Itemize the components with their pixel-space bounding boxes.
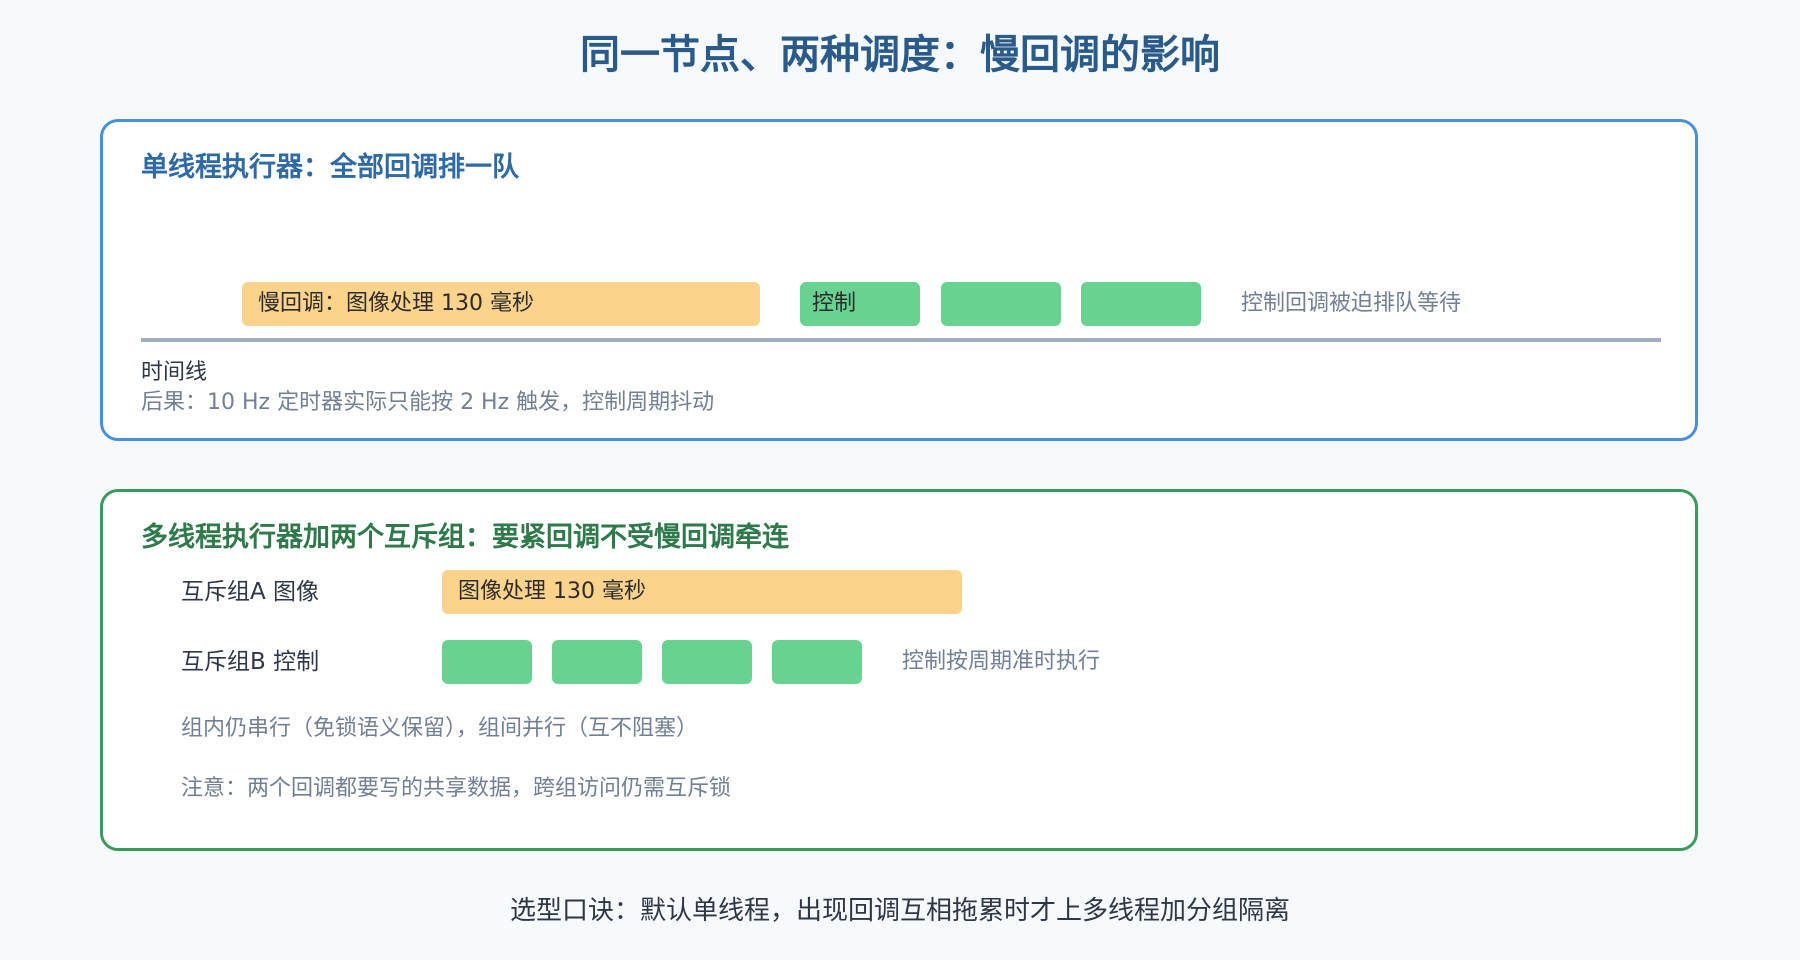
group-b-control-block [442,640,532,684]
group-a-label: 互斥组A 图像 [181,579,320,605]
footer-tip: 选型口诀：默认单线程，出现回调互相拖累时才上多线程加分组隔离 [509,896,1290,926]
group-b-control-block [662,640,752,684]
control-callback-block [941,282,1061,326]
group-a-image-block: 图像处理 130 毫秒 [442,570,962,614]
timeline-label: 时间线 [141,360,208,385]
warning-note: 注意：两个回调都要写的共享数据，跨组访问仍需互斥锁 [181,776,732,801]
page-title: 同一节点、两种调度：慢回调的影响 [580,32,1220,78]
slow-callback-block: 慢回调：图像处理 130 毫秒 [242,282,760,326]
multi-thread-heading: 多线程执行器加两个互斥组：要紧回调不受慢回调牵连 [141,522,789,553]
single-thread-heading: 单线程执行器：全部回调排一队 [141,152,519,183]
control-callback-block [1081,282,1201,326]
group-b-control-block [772,640,862,684]
consequence-note: 后果：10 Hz 定时器实际只能按 2 Hz 触发，控制周期抖动 [141,390,715,415]
control-callback-block: 控制 [800,282,920,326]
timeline-axis [141,338,1661,342]
single-thread-panel: 单线程执行器：全部回调排一队 慢回调：图像处理 130 毫秒 控制 控制回调被迫… [100,119,1698,441]
group-b-control-block [552,640,642,684]
queued-note: 控制回调被迫排队等待 [1241,291,1462,316]
multi-thread-panel: 多线程执行器加两个互斥组：要紧回调不受慢回调牵连 互斥组A 图像 图像处理 13… [100,489,1698,851]
group-b-label: 互斥组B 控制 [181,649,320,675]
group-b-note: 控制按周期准时执行 [902,649,1101,674]
rule-note: 组内仍串行（免锁语义保留），组间并行（互不阻塞） [181,716,699,741]
